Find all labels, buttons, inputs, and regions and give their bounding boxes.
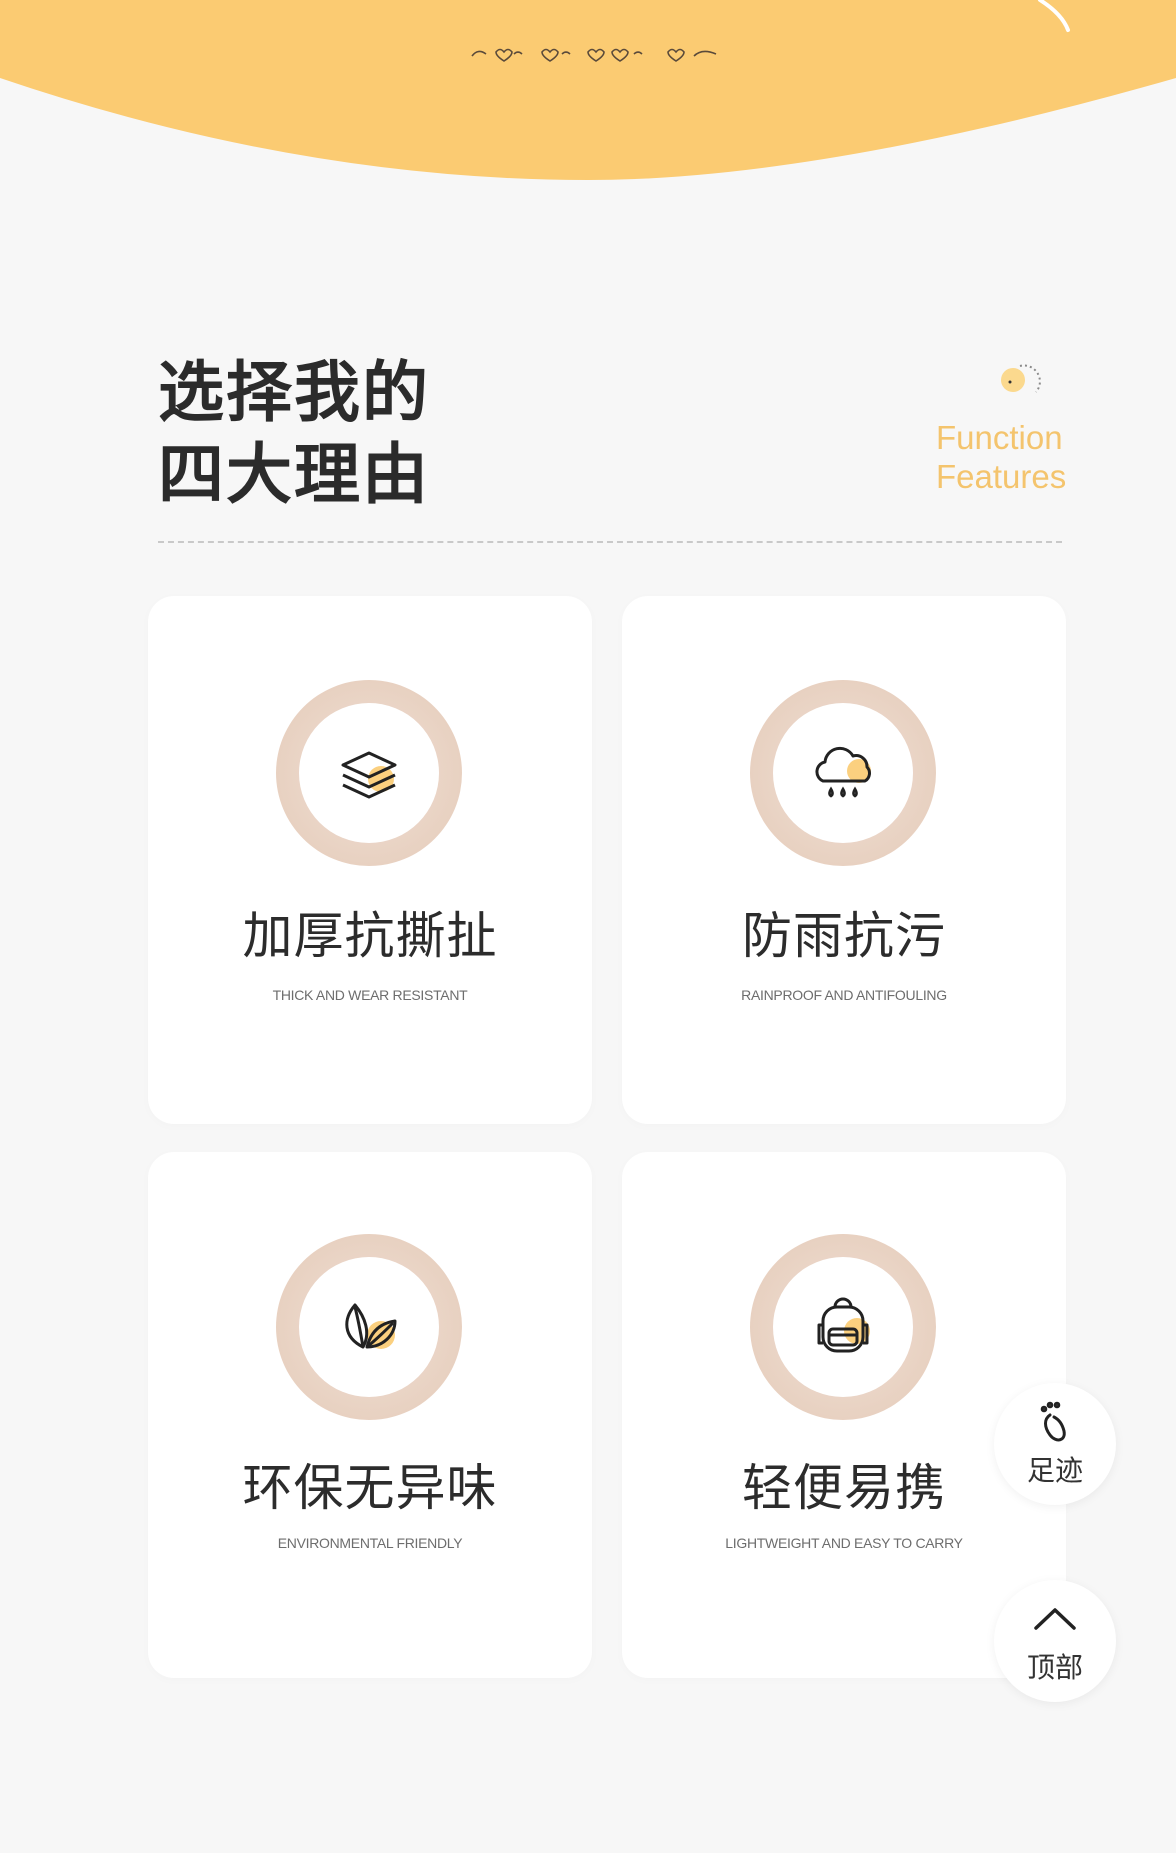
features-label: Features xyxy=(936,458,1067,495)
dashed-divider xyxy=(158,541,1062,543)
chevron-up-icon xyxy=(1034,1608,1076,1630)
feature-subtitle: THICK AND WEAR RESISTANT xyxy=(272,987,468,1003)
feature-card-rainproof: 防雨抗污 RAINPROOF AND ANTIFOULING xyxy=(622,596,1066,1124)
icon-ring xyxy=(276,1234,462,1420)
feature-title: 防雨抗污 xyxy=(742,907,946,965)
leaf-icon xyxy=(345,1303,397,1349)
feature-card-eco: 环保无异味 ENVIRONMENTAL FRIENDLY xyxy=(148,1152,592,1678)
footprint-icon xyxy=(1040,1401,1066,1442)
feature-card-lightweight: 轻便易携 LIGHTWEIGHT AND EASY TO CARRY xyxy=(622,1152,1066,1678)
feature-title: 加厚抗撕扯 xyxy=(242,907,498,965)
back-to-top-button[interactable]: 顶部 xyxy=(994,1580,1116,1702)
icon-circle xyxy=(773,703,913,843)
function-label: Function xyxy=(936,419,1063,456)
layers-icon xyxy=(341,751,397,799)
icon-circle xyxy=(773,1257,913,1397)
hearts-ornament xyxy=(471,48,717,62)
title-line-1: 选择我的 xyxy=(158,354,430,431)
icon-ring xyxy=(276,680,462,866)
feature-card-thick: 加厚抗撕扯 THICK AND WEAR RESISTANT xyxy=(148,596,592,1124)
feature-subtitle: LIGHTWEIGHT AND EASY TO CARRY xyxy=(725,1535,963,1551)
backpack-icon xyxy=(817,1297,870,1353)
top-wave-banner xyxy=(0,0,1176,180)
sun-logo-icon xyxy=(1001,364,1041,393)
feature-subtitle: ENVIRONMENTAL FRIENDLY xyxy=(277,1535,463,1551)
footprint-button[interactable]: 足迹 xyxy=(994,1383,1116,1505)
icon-ring xyxy=(750,680,936,866)
top-label: 顶部 xyxy=(1026,1651,1083,1684)
section-title: 选择我的 四大理由 xyxy=(158,352,430,516)
footprint-label: 足迹 xyxy=(1026,1454,1083,1487)
feature-subtitle: RAINPROOF AND ANTIFOULING xyxy=(741,987,947,1003)
icon-circle xyxy=(299,703,439,843)
function-features-label: Function Features xyxy=(936,418,1066,496)
icon-circle xyxy=(299,1257,439,1397)
icon-ring xyxy=(750,1234,936,1420)
rain-cloud-icon xyxy=(815,746,871,798)
title-line-2: 四大理由 xyxy=(158,436,430,513)
feature-title: 环保无异味 xyxy=(242,1459,498,1517)
